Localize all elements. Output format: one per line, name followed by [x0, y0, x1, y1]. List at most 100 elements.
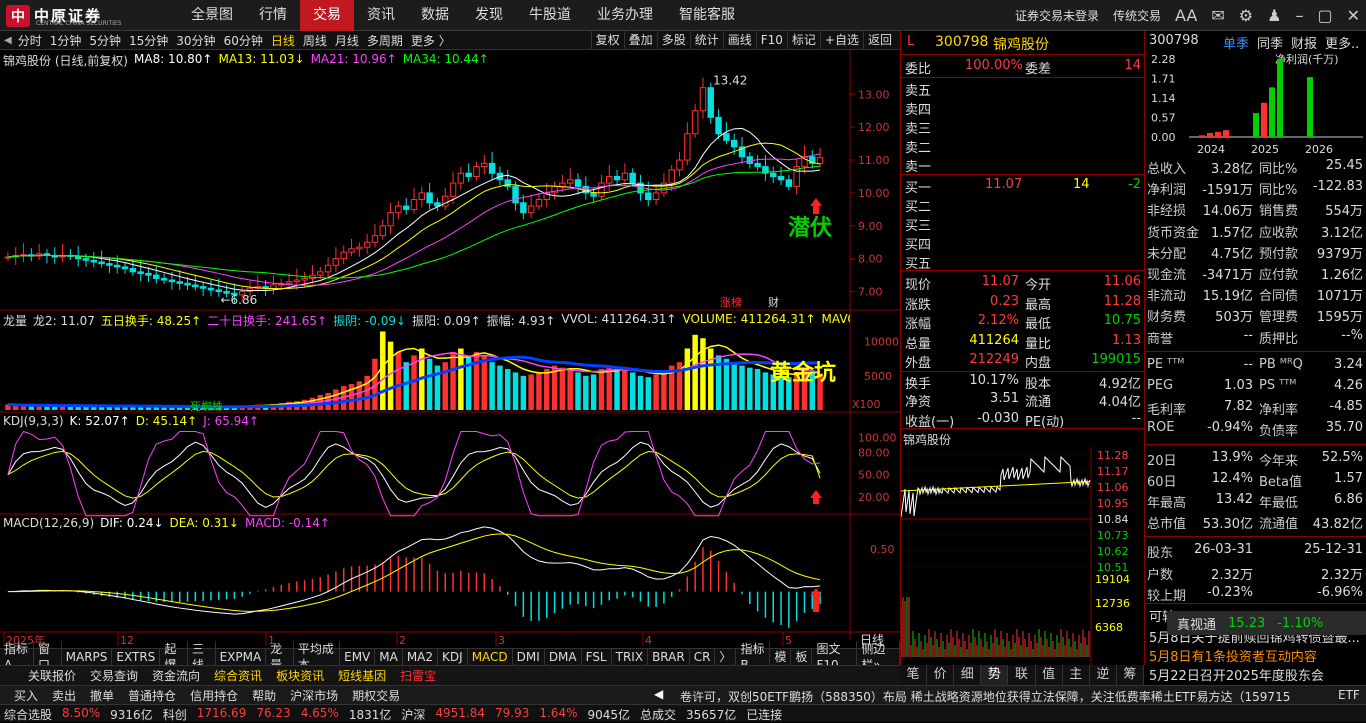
action-button[interactable]: 沪深市场	[290, 687, 338, 704]
buy-row[interactable]: 买四	[901, 233, 1145, 253]
maximize-icon[interactable]: ▢	[1317, 6, 1332, 25]
indicator-tab[interactable]: EMV	[340, 649, 376, 665]
nav-item[interactable]: 智能客服	[666, 0, 748, 31]
quote-tab[interactable]: 逆	[1090, 665, 1117, 685]
fin-tab[interactable]: 单季	[1223, 33, 1249, 52]
quote-tab[interactable]: 值	[1036, 665, 1063, 685]
action-button[interactable]: 信用持仓	[190, 687, 238, 704]
skin-icon[interactable]: ♟	[1267, 6, 1281, 25]
action-button[interactable]: 撤单	[90, 687, 114, 704]
news-item[interactable]: 5月22日召开2025年度股东会	[1149, 665, 1363, 684]
nav-item[interactable]: 业务办理	[584, 0, 666, 31]
chat-icon[interactable]: ✉	[1211, 6, 1224, 25]
chart-action-button[interactable]: F10	[755, 31, 787, 49]
link-item[interactable]: 关联报价	[28, 667, 76, 684]
fin-tab[interactable]: 更多..	[1325, 33, 1359, 52]
indicator-tab[interactable]: FSL	[582, 649, 612, 665]
news-item[interactable]: 5月8日有1条投资者互动内容	[1149, 646, 1363, 665]
indicator-tab[interactable]: 板	[791, 649, 813, 665]
nav-item[interactable]: 交易	[300, 0, 354, 31]
toast-popup[interactable]: 真视通 15.23 -1.10%	[1167, 611, 1366, 635]
period-tab[interactable]: 60分钟	[224, 32, 263, 49]
link-item[interactable]: 综合资讯	[214, 667, 262, 684]
action-button[interactable]: 普通持仓	[128, 687, 176, 704]
period-tab[interactable]: 1分钟	[50, 32, 82, 49]
indicator-tab[interactable]: DMI	[513, 649, 545, 665]
chart-action-button[interactable]: 标记	[786, 31, 820, 49]
indicator-tab[interactable]: KDJ	[438, 649, 468, 665]
chart-action-button[interactable]: 叠加	[623, 31, 657, 49]
indicator-tab[interactable]: MARPS	[62, 649, 113, 665]
indicator-tab[interactable]: EXPMA	[216, 649, 267, 665]
close-icon[interactable]: ✕	[1347, 6, 1360, 25]
sell-row[interactable]: 卖三	[901, 117, 1145, 137]
action-button[interactable]: 帮助	[252, 687, 276, 704]
nav-item[interactable]: 发现	[462, 0, 516, 31]
chart-area[interactable]: 13.00 12.00 11.00 10.00 9.00 8.00 7.00 13.42 ←6.…	[0, 50, 900, 648]
chart-action-button[interactable]: +自选	[819, 31, 863, 49]
chart-action-button[interactable]: 画线	[722, 31, 756, 49]
nav-item[interactable]: 数据	[408, 0, 462, 31]
news-ticker[interactable]: 卷许可，双创50ETF鹏扬（588350）布局 稀土战略资源地位获得立法保障，关…	[680, 688, 1320, 705]
indicator-tab[interactable]: EXTRS	[112, 649, 161, 665]
period-tab[interactable]: 15分钟	[129, 32, 168, 49]
chart-action-button[interactable]: 复权	[590, 31, 624, 49]
status-item[interactable]: 综合选股	[4, 706, 52, 723]
quote-tab[interactable]: 联	[1008, 665, 1036, 685]
action-button[interactable]: 期权交易	[352, 687, 400, 704]
indicator-tab[interactable]: DMA	[545, 649, 582, 665]
minimize-icon[interactable]: –	[1295, 6, 1303, 25]
period-tab[interactable]: 5分钟	[89, 32, 121, 49]
trade-mode-button[interactable]: 传统交易	[1113, 7, 1161, 24]
buy-row[interactable]: 买一 11.07 14 -2	[901, 176, 1145, 196]
font-size-icon[interactable]: AA	[1175, 6, 1197, 25]
sell-row[interactable]: 卖一	[901, 155, 1145, 175]
sell-row[interactable]: 卖四	[901, 98, 1145, 118]
login-status[interactable]: 证券交易未登录	[1015, 7, 1099, 24]
quote-tab[interactable]: 筹	[1117, 665, 1144, 685]
link-item[interactable]: 资金流向	[152, 667, 200, 684]
period-tab[interactable]: 日线	[271, 32, 295, 49]
link-item[interactable]: 短线基因	[338, 667, 386, 684]
sell-row[interactable]: 卖五	[901, 79, 1145, 99]
fin-tab[interactable]: 财报	[1291, 33, 1317, 52]
chart-action-button[interactable]: 返回	[862, 31, 896, 49]
settings-icon[interactable]: ⚙	[1239, 6, 1253, 25]
period-tab[interactable]: 周线	[303, 32, 327, 49]
chart-action-button[interactable]: 多股	[656, 31, 690, 49]
indicator-tab[interactable]: MA	[375, 649, 403, 665]
period-tab[interactable]: 多周期	[367, 32, 403, 49]
buy-row[interactable]: 买五	[901, 252, 1145, 272]
quote-tab[interactable]: 笔	[900, 665, 928, 685]
period-tab[interactable]: 30分钟	[176, 32, 215, 49]
quote-tab[interactable]: 势	[981, 665, 1009, 685]
period-tab[interactable]: 更多 〉	[411, 32, 451, 49]
fin-tab[interactable]: 同季	[1257, 33, 1283, 52]
indicator-tab[interactable]: MA2	[403, 649, 439, 665]
action-button[interactable]: 买入	[14, 687, 38, 704]
period-tab[interactable]: 月线	[335, 32, 359, 49]
link-item[interactable]: 扫雷宝	[400, 667, 436, 684]
indicator-tab[interactable]: 〉	[715, 649, 737, 665]
link-item[interactable]: 板块资讯	[276, 667, 324, 684]
buy-row[interactable]: 买二	[901, 195, 1145, 215]
quote-tab[interactable]: 价	[927, 665, 955, 685]
action-button[interactable]: 卖出	[52, 687, 76, 704]
chart-action-button[interactable]: 统计	[689, 31, 723, 49]
quote-tab[interactable]: 细	[954, 665, 982, 685]
collapse-icon[interactable]: ◀	[4, 35, 12, 46]
sell-row[interactable]: 卖二	[901, 136, 1145, 156]
indicator-tab[interactable]: BRAR	[648, 649, 690, 665]
indicator-tab[interactable]: CR	[690, 649, 716, 665]
nav-item[interactable]: 资讯	[354, 0, 408, 31]
indicator-tab[interactable]: 模	[770, 649, 792, 665]
intraday-mini-chart[interactable]: 11.2811.1711.0610.9510.8410.7310.6210.51…	[901, 447, 1145, 665]
nav-item[interactable]: 牛股道	[516, 0, 584, 31]
nav-item[interactable]: 全景图	[178, 0, 246, 31]
buy-row[interactable]: 买三	[901, 214, 1145, 234]
quote-tab[interactable]: 主	[1063, 665, 1090, 685]
indicator-tab[interactable]: MACD	[468, 649, 513, 665]
period-tab[interactable]: 分时	[18, 32, 42, 49]
nav-item[interactable]: 行情	[246, 0, 300, 31]
link-item[interactable]: 交易查询	[90, 667, 138, 684]
